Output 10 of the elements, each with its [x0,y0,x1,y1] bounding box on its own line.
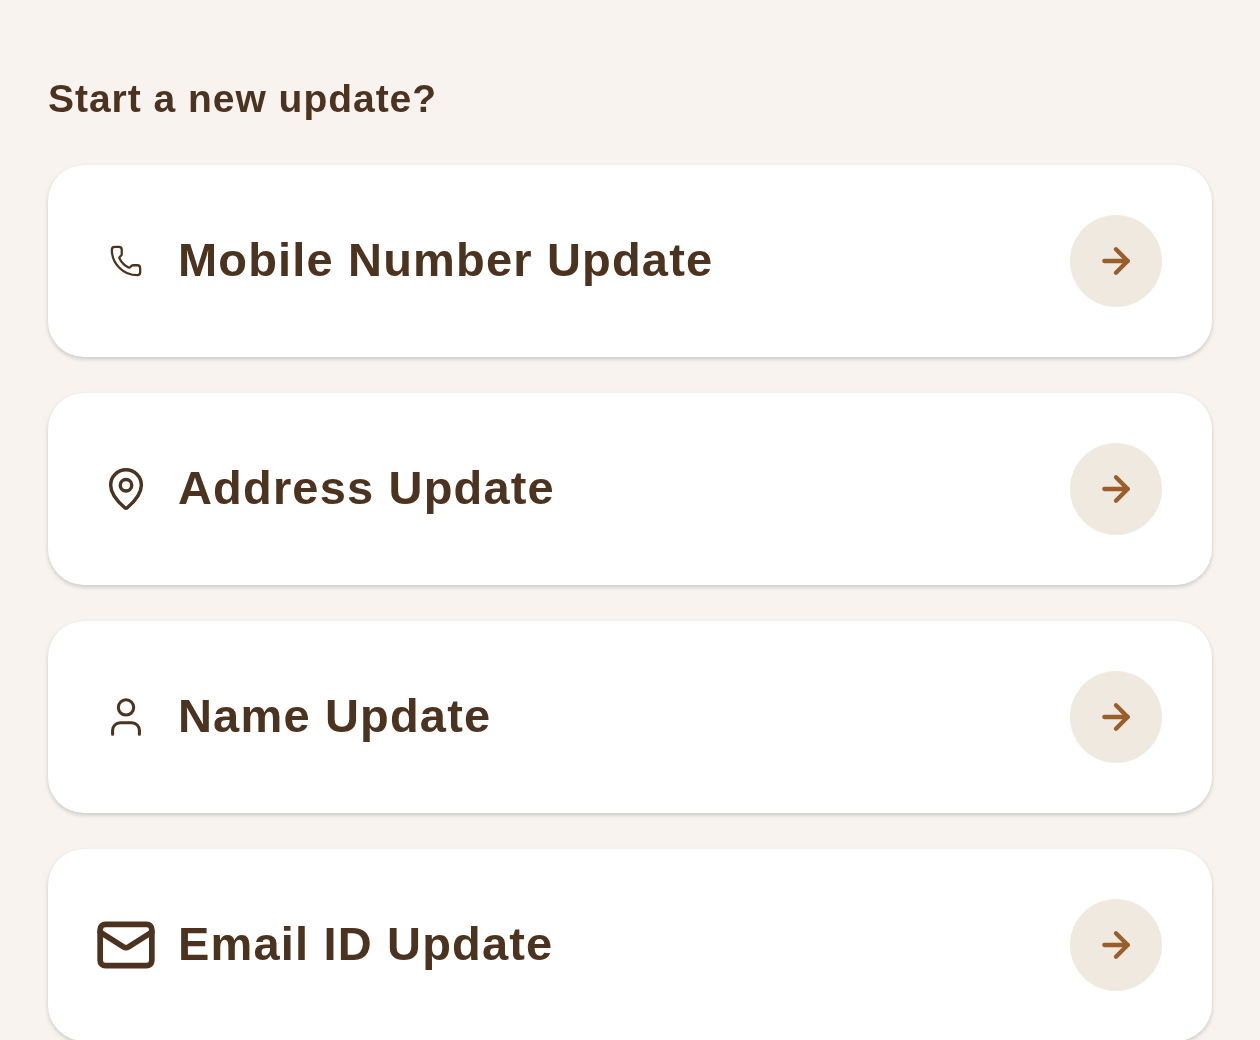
section-heading: Start a new update? [48,76,438,122]
option-label: Email ID Update [178,916,554,973]
phone-icon [109,243,143,278]
update-option-card[interactable]: Mobile Number Update [48,164,1212,357]
update-option-card[interactable]: Address Update [48,392,1212,585]
option-label: Name Update [178,688,492,745]
option-label: Address Update [178,460,555,517]
option-label: Mobile Number Update [178,232,714,289]
update-option-card[interactable]: Email ID Update [48,848,1212,1040]
update-option-card[interactable]: Name Update [48,620,1212,813]
